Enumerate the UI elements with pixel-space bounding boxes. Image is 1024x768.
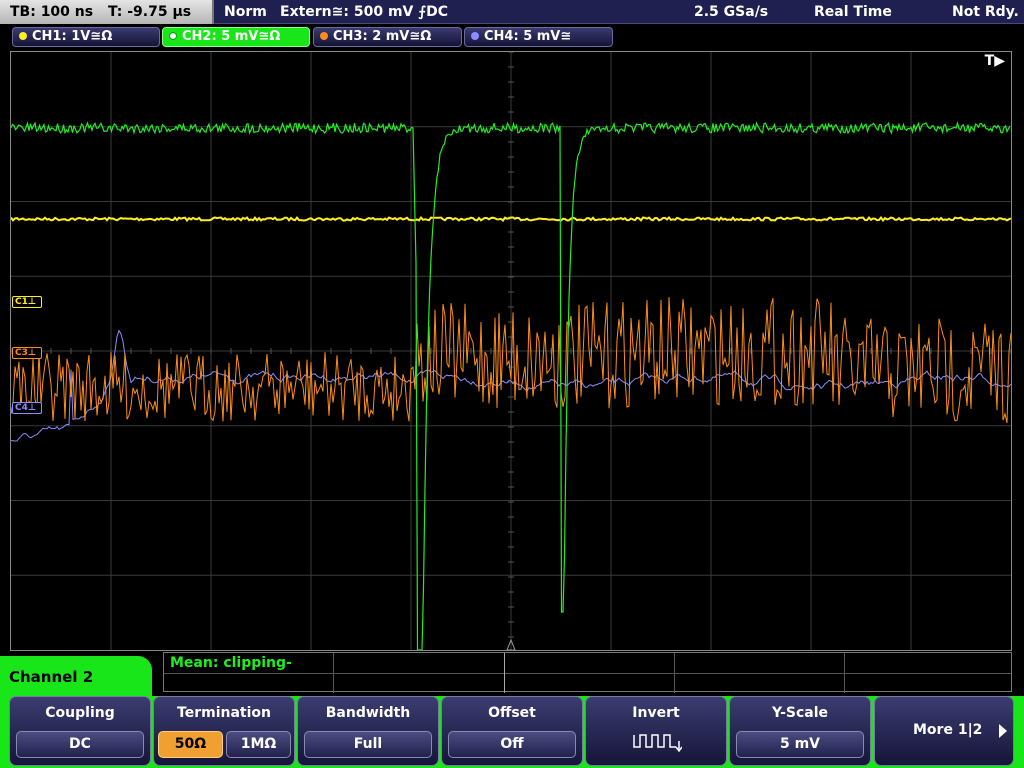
termination-1mohm-option[interactable]: 1MΩ: [226, 731, 291, 758]
tab-ch4-label: CH4: 5 mV≅: [484, 29, 572, 44]
ch4-offset-marker[interactable]: C4⊥: [12, 402, 42, 414]
acquisition-state: Not Rdy.: [952, 4, 1019, 20]
measurement-result: Mean: clipping-: [170, 655, 292, 671]
waveform-display[interactable]: T▶ C1⊥ C3⊥ C4⊥: [10, 51, 1012, 651]
meas-cell: [504, 653, 505, 693]
bandwidth-title: Bandwidth: [325, 705, 411, 721]
termination-title: Termination: [177, 705, 271, 721]
timebase-box[interactable]: TB: 100 ns T: -9.75 µs: [0, 0, 214, 24]
trigger-time-label: T: -9.75 µs: [107, 4, 192, 20]
trigger-mode[interactable]: Norm: [224, 0, 267, 24]
ch3-offset-marker[interactable]: C3⊥: [12, 347, 42, 359]
yscale-title: Y-Scale: [771, 705, 828, 721]
ch2-color-dot: [169, 32, 177, 40]
tab-ch1[interactable]: CH1: 1V≅Ω: [12, 27, 160, 47]
yscale-softkey[interactable]: Y-Scale 5 mV: [729, 696, 871, 766]
coupling-value[interactable]: DC: [16, 731, 144, 758]
ch4-color-dot: [471, 32, 479, 40]
tab-ch3-label: CH3: 2 mV≅Ω: [333, 29, 432, 44]
invert-softkey[interactable]: Invert: [585, 696, 727, 766]
yscale-value[interactable]: 5 mV: [736, 731, 864, 758]
invert-pulse-icon: [633, 734, 682, 753]
bandwidth-softkey[interactable]: Bandwidth Full: [297, 696, 439, 766]
invert-title: Invert: [632, 705, 680, 721]
tab-ch2[interactable]: CH2: 5 mV≅Ω: [162, 27, 310, 47]
tab-ch4[interactable]: CH4: 5 mV≅: [464, 27, 613, 47]
ch1-color-dot: [19, 32, 27, 40]
meas-cell: [844, 653, 845, 693]
coupling-softkey[interactable]: Coupling DC: [9, 696, 151, 766]
menu-title: Channel 2: [0, 656, 152, 698]
acquisition-mode: Real Time: [814, 4, 892, 20]
tab-ch2-label: CH2: 5 mV≅Ω: [182, 29, 281, 44]
termination-softkey[interactable]: Termination 50Ω 1MΩ: [153, 696, 295, 766]
tab-ch3[interactable]: CH3: 2 mV≅Ω: [313, 27, 462, 47]
trigger-source[interactable]: Extern≅: 500 mV ⨍DC: [280, 0, 448, 24]
status-bar: TB: 100 ns T: -9.75 µs Norm Extern≅: 500…: [0, 0, 1024, 24]
ch1-offset-marker[interactable]: C1⊥: [12, 296, 42, 308]
waveform-canvas: [11, 52, 1011, 650]
meas-cell: [674, 653, 675, 693]
more-label: More 1|2: [913, 722, 983, 738]
more-softkey[interactable]: More 1|2: [874, 696, 1014, 766]
offset-value[interactable]: Off: [448, 731, 576, 758]
measurement-panel: Mean: clipping-: [163, 652, 1012, 693]
bandwidth-value[interactable]: Full: [304, 731, 432, 758]
tab-ch1-label: CH1: 1V≅Ω: [32, 29, 113, 44]
ch3-color-dot: [320, 32, 328, 40]
sample-rate: 2.5 GSa/s: [694, 4, 769, 20]
timebase-label: TB: 100 ns: [10, 4, 94, 20]
channel-tabs: CH1: 1V≅Ω CH2: 5 mV≅Ω CH3: 2 mV≅Ω CH4: 5…: [0, 26, 1024, 48]
meas-cell: [333, 653, 334, 693]
meas-divider: [164, 673, 1011, 674]
coupling-title: Coupling: [45, 705, 115, 721]
trigger-pos-icon[interactable]: T▶: [985, 53, 1005, 69]
offset-softkey[interactable]: Offset Off: [441, 696, 583, 766]
termination-50ohm-option[interactable]: 50Ω: [158, 731, 223, 758]
offset-title: Offset: [488, 705, 536, 721]
right-arrow-icon: [999, 724, 1007, 738]
